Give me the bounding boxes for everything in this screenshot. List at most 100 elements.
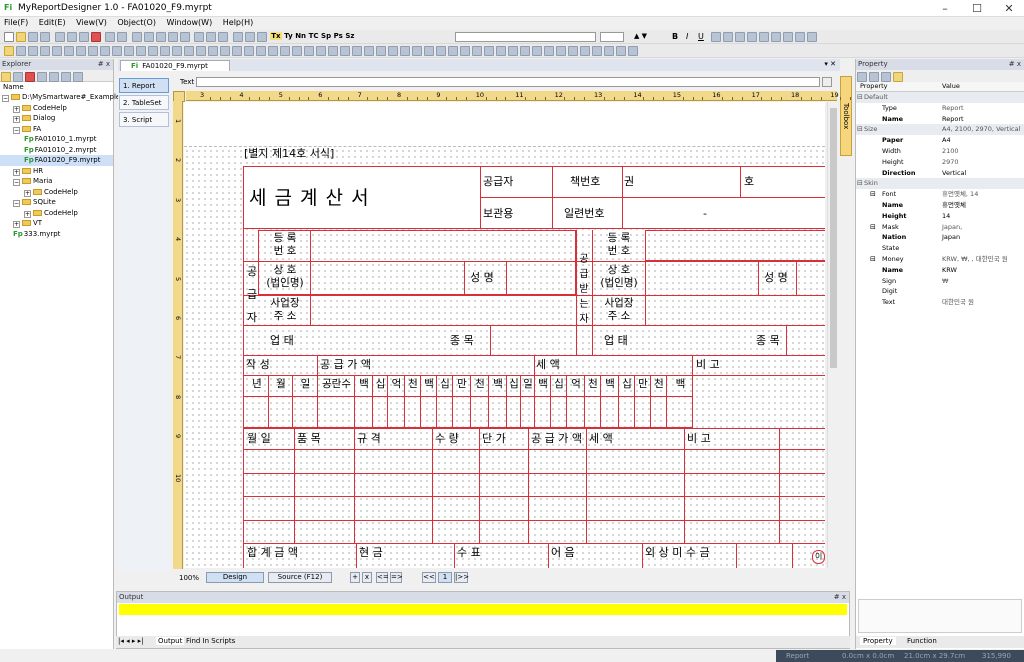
- rect-icon[interactable]: [184, 46, 194, 56]
- arrow-up-icon[interactable]: [532, 46, 542, 56]
- find-icon[interactable]: [131, 32, 142, 42]
- align-right-icon[interactable]: [759, 32, 769, 42]
- report-icon[interactable]: [16, 46, 26, 56]
- text-format-sp[interactable]: Sp: [321, 32, 331, 40]
- center-h-icon[interactable]: [460, 46, 470, 56]
- property-row[interactable]: ⊟ Skin: [856, 178, 1024, 190]
- property-value[interactable]: Japan: [942, 232, 960, 243]
- textbox-icon[interactable]: [88, 46, 98, 56]
- paste-icon[interactable]: [78, 32, 89, 42]
- image-icon[interactable]: [160, 46, 170, 56]
- text-format-tc[interactable]: TC: [309, 32, 319, 40]
- align-obj-right-icon[interactable]: [304, 46, 314, 56]
- tree-item[interactable]: FpFA01010_1.myrpt: [0, 134, 113, 145]
- bold-button[interactable]: B: [672, 32, 678, 41]
- property-row[interactable]: Nation Japan: [856, 232, 1024, 243]
- list-icon[interactable]: [112, 46, 122, 56]
- same-height-icon[interactable]: [364, 46, 374, 56]
- layout2-icon[interactable]: [244, 32, 255, 42]
- design-canvas[interactable]: [별지 제14호 서식] 세 금 계 산 서 공급자 보관용 책번호 권 호 일…: [184, 102, 825, 568]
- output-pin-icon[interactable]: # x: [834, 592, 846, 603]
- property-value[interactable]: A4: [942, 135, 951, 146]
- tree-item[interactable]: − Maria: [0, 176, 113, 187]
- tree-item[interactable]: + VT: [0, 218, 113, 229]
- expand-icon[interactable]: −: [13, 126, 20, 134]
- same-size-icon[interactable]: [376, 46, 386, 56]
- arrow-left-icon[interactable]: [508, 46, 518, 56]
- zoom-in-icon[interactable]: [206, 32, 217, 42]
- copy-icon[interactable]: [66, 32, 77, 42]
- align-obj-middle-icon[interactable]: [328, 46, 338, 56]
- property-row[interactable]: ⊟ Font 휴먼옛체, 14: [856, 189, 1024, 200]
- chart-icon[interactable]: [52, 46, 62, 56]
- move-right-button[interactable]: =>: [390, 572, 403, 583]
- tab-report[interactable]: 1. Report: [119, 78, 169, 93]
- property-value[interactable]: Report: [942, 114, 964, 125]
- property-row[interactable]: Name Report: [856, 114, 1024, 125]
- sub-report-icon[interactable]: [220, 46, 230, 56]
- explorer-paste-icon[interactable]: [61, 72, 71, 82]
- tree-item[interactable]: Fp333.myrpt: [0, 229, 113, 240]
- tree-item[interactable]: + CodeHelp: [0, 187, 113, 198]
- tree-item[interactable]: − SQLite: [0, 197, 113, 208]
- grid-toggle-icon[interactable]: [568, 46, 578, 56]
- property-row[interactable]: ⊟ Size A4, 2100, 2970, Vertical: [856, 124, 1024, 136]
- toolbox-tab[interactable]: Toolbox: [840, 76, 852, 156]
- expand-icon[interactable]: −: [2, 95, 9, 102]
- tree-item[interactable]: + CodeHelp: [0, 103, 113, 114]
- layout3-icon[interactable]: [256, 32, 267, 42]
- align-obj-left-icon[interactable]: [280, 46, 290, 56]
- font-color-icon[interactable]: [711, 32, 721, 42]
- tree-item[interactable]: − FA: [0, 124, 113, 135]
- property-row[interactable]: ⊟ Default: [856, 92, 1024, 103]
- label-icon[interactable]: [76, 46, 86, 56]
- radio-icon[interactable]: [136, 46, 146, 56]
- check-icon[interactable]: [124, 46, 134, 56]
- save-icon[interactable]: [28, 32, 38, 42]
- align-center-icon[interactable]: [747, 32, 757, 42]
- expand-icon[interactable]: +: [13, 105, 20, 113]
- valign-bottom-icon[interactable]: [807, 32, 817, 42]
- ellipse-icon[interactable]: [196, 46, 206, 56]
- explorer-refresh-icon[interactable]: [73, 72, 83, 82]
- property-row[interactable]: ⊟ Money KRW, ₩, , 대한민국 원: [856, 254, 1024, 265]
- text-browse-button[interactable]: [822, 77, 832, 87]
- expand-icon[interactable]: +: [24, 210, 31, 218]
- v-space-icon[interactable]: [400, 46, 410, 56]
- cross-tab-icon[interactable]: [244, 46, 254, 56]
- property-value[interactable]: ₩: [942, 276, 948, 287]
- property-row[interactable]: Width 2100: [856, 146, 1024, 157]
- explorer-new-folder-icon[interactable]: [1, 72, 11, 82]
- print-icon[interactable]: [155, 32, 166, 42]
- zoom-out-icon[interactable]: [218, 32, 229, 42]
- triangle-icon[interactable]: [208, 46, 218, 56]
- pointer-icon[interactable]: [4, 46, 14, 56]
- menu-help[interactable]: Help(H): [219, 17, 258, 28]
- property-value[interactable]: Japan,: [942, 222, 962, 233]
- source-view-tab[interactable]: Source (F12): [268, 572, 332, 583]
- property-row[interactable]: Text 대한민국 원: [856, 297, 1024, 308]
- property-value[interactable]: 2970: [942, 157, 959, 168]
- valign-top-icon[interactable]: [783, 32, 793, 42]
- menu-file[interactable]: File(F): [0, 17, 32, 28]
- matrix-icon[interactable]: [256, 46, 266, 56]
- page-number-button[interactable]: 1: [438, 572, 452, 583]
- save-all-icon[interactable]: [40, 32, 50, 42]
- property-value[interactable]: A4, 2100, 2970, Vertical: [942, 124, 1020, 135]
- bring-front-icon[interactable]: [412, 46, 422, 56]
- tab-find-in-scripts[interactable]: Find In Scripts: [184, 637, 237, 645]
- tab-order-icon[interactable]: [448, 46, 458, 56]
- zoom-icon[interactable]: [194, 32, 205, 42]
- valign-middle-icon[interactable]: [795, 32, 805, 42]
- italic-button[interactable]: I: [686, 32, 688, 41]
- property-row[interactable]: Height 2970: [856, 157, 1024, 168]
- categorized-icon[interactable]: [857, 72, 867, 82]
- lock-icon[interactable]: [436, 46, 446, 56]
- property-row[interactable]: Height 14: [856, 211, 1024, 222]
- property-row[interactable]: State: [856, 243, 1024, 254]
- underline-button[interactable]: U: [698, 32, 704, 41]
- scroll-thumb[interactable]: [830, 108, 837, 368]
- snap-icon[interactable]: [556, 46, 566, 56]
- page-icon[interactable]: [232, 46, 242, 56]
- document-tab[interactable]: Fi FA01020_F9.myrpt: [120, 60, 230, 71]
